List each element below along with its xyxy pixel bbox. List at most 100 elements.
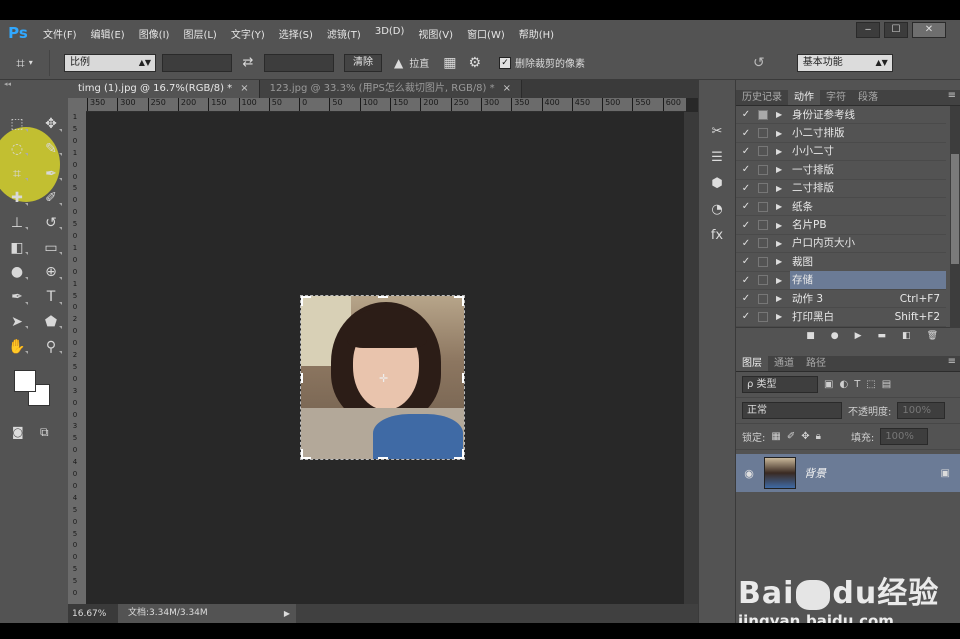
healing-tool[interactable]: ✚: [0, 186, 34, 211]
cube-icon[interactable]: ⬢: [704, 172, 730, 194]
actions-scroll-thumb[interactable]: [951, 154, 959, 264]
straighten-icon[interactable]: ▲: [394, 56, 403, 70]
menu-item[interactable]: 帮助(H): [512, 26, 561, 41]
gear-icon[interactable]: ⚙: [468, 55, 481, 71]
action-row[interactable]: ✓ ▶ 裁图: [736, 253, 946, 272]
lock-transparent-icon[interactable]: ▦: [771, 431, 780, 442]
stop-icon[interactable]: ■: [806, 331, 815, 341]
tab-document[interactable]: timg (1).jpg @ 16.7%(RGB/8) * ×: [68, 80, 260, 98]
menu-item[interactable]: 文字(Y): [224, 26, 272, 41]
lock-position-icon[interactable]: ✥: [801, 431, 809, 442]
dialog-toggle[interactable]: [758, 146, 768, 157]
checkmark-icon[interactable]: ✓: [736, 238, 756, 249]
action-row[interactable]: ✓ ▶ 动作 3 Ctrl+F7: [736, 290, 946, 309]
checkmark-icon[interactable]: ✓: [736, 146, 756, 157]
horizontal-scrollbar[interactable]: [296, 604, 698, 623]
expand-icon[interactable]: ▶: [776, 239, 790, 248]
dodge-tool[interactable]: ⊕: [34, 260, 68, 285]
close-button[interactable]: ✕: [912, 22, 946, 38]
checkmark-icon[interactable]: ✓: [736, 275, 756, 286]
maximize-button[interactable]: ☐: [884, 22, 908, 38]
color-swatches[interactable]: [14, 370, 54, 410]
dialog-toggle[interactable]: [758, 201, 768, 212]
dialog-toggle[interactable]: [758, 128, 768, 139]
expand-icon[interactable]: ▶: [776, 276, 790, 285]
menu-item[interactable]: 视图(V): [411, 26, 460, 41]
dialog-toggle[interactable]: [758, 256, 768, 267]
dialog-toggle[interactable]: [758, 109, 768, 120]
type-filter-icon[interactable]: T: [854, 379, 860, 390]
checkmark-icon[interactable]: ✓: [736, 220, 756, 231]
move-tool[interactable]: ✥: [34, 112, 68, 137]
image-filter-icon[interactable]: ▣: [824, 379, 833, 390]
actions-scrollbar[interactable]: [950, 106, 960, 328]
action-row[interactable]: ✓ ▶ 身份证参考线: [736, 106, 946, 125]
menu-item[interactable]: 图像(I): [132, 26, 177, 41]
checkmark-icon[interactable]: ✓: [736, 128, 756, 139]
ratio-select[interactable]: 比例 ▲▼: [64, 53, 156, 72]
blur-tool[interactable]: ●: [0, 260, 34, 285]
vertical-ruler[interactable]: 1 5 0 1 0 0 5 0 0 5 0 1 0 0 1 5 0 2 0 0 2 5 0 3 0 0 3 5 0 4 0 0 4 5 0 5 0 0 5 5…: [68, 112, 86, 604]
eraser-tool[interactable]: ◧: [0, 235, 34, 260]
crop-handle-b[interactable]: [378, 449, 388, 459]
expand-icon[interactable]: ▶: [776, 221, 790, 230]
pen-tool[interactable]: ✒: [0, 285, 34, 310]
hand-tool[interactable]: ✋: [0, 334, 34, 359]
brush-presets-icon[interactable]: ✂: [704, 120, 730, 142]
trash-icon[interactable]: 🗑︎: [927, 331, 938, 341]
menu-item[interactable]: 3D(D): [368, 26, 412, 41]
record-icon[interactable]: ●: [831, 331, 839, 341]
new-action-icon[interactable]: ◧: [902, 331, 911, 341]
expand-icon[interactable]: ▶: [776, 165, 790, 174]
collapse-icon[interactable]: ◂◂: [0, 80, 68, 88]
crop-handle-tl[interactable]: [301, 296, 311, 306]
action-row[interactable]: ✓ ▶ 一寸排版: [736, 161, 946, 180]
tab-1[interactable]: 动作: [788, 90, 820, 105]
screen-mode-icon[interactable]: ⧉: [40, 425, 49, 440]
checkmark-icon[interactable]: ✓: [736, 256, 756, 267]
menu-item[interactable]: 图层(L): [176, 26, 223, 41]
menu-item[interactable]: 编辑(E): [84, 26, 132, 41]
dialog-toggle[interactable]: [758, 220, 768, 231]
dialog-toggle[interactable]: [758, 183, 768, 194]
dialog-toggle[interactable]: [758, 238, 768, 249]
panel-menu-icon[interactable]: ≡: [948, 356, 960, 371]
smart-filter-icon[interactable]: ▤: [882, 379, 891, 390]
crop-handle-t[interactable]: [378, 296, 388, 306]
expand-icon[interactable]: ▶: [776, 312, 790, 321]
clear-button[interactable]: 清除: [344, 53, 382, 72]
brush-tool[interactable]: ✐: [34, 186, 68, 211]
menu-item[interactable]: 滤镜(T): [320, 26, 368, 41]
tab-2[interactable]: 字符: [820, 90, 852, 105]
status-menu-icon[interactable]: ▶: [278, 604, 296, 623]
crop-handle-bl[interactable]: [301, 449, 311, 459]
action-row[interactable]: ✓ ▶ 户口内页大小: [736, 235, 946, 254]
zoom-tool[interactable]: ⚲: [34, 334, 68, 359]
menu-item[interactable]: 文件(F): [36, 26, 84, 41]
opacity-input[interactable]: 100%: [897, 402, 946, 419]
undo-icon[interactable]: ↺: [753, 55, 765, 71]
expand-icon[interactable]: ▶: [776, 184, 790, 193]
shape-tool[interactable]: ⬟: [34, 310, 68, 335]
expand-icon[interactable]: ▶: [776, 129, 790, 138]
color-wheel-icon[interactable]: ◔: [704, 198, 730, 220]
ruler-origin[interactable]: [68, 98, 86, 112]
tool-preset-picker[interactable]: ⌗ ▾: [0, 49, 50, 76]
tab-0[interactable]: 图层: [736, 356, 768, 371]
horizontal-ruler[interactable]: 350 300 250 200 150 100 50 0 50 100 150 200 250 300 35…: [86, 98, 686, 112]
ratio-width-input[interactable]: [162, 53, 232, 72]
checkmark-icon[interactable]: ✓: [736, 109, 756, 120]
close-icon[interactable]: ×: [503, 83, 511, 94]
action-row[interactable]: ✓ ▶ 纸条: [736, 198, 946, 217]
checkmark-icon[interactable]: ✓: [736, 183, 756, 194]
gradient-tool[interactable]: ▭: [34, 235, 68, 260]
action-row[interactable]: ✓ ▶ 名片PB: [736, 216, 946, 235]
expand-icon[interactable]: ▶: [776, 110, 790, 119]
adjust-icon[interactable]: ☰: [704, 146, 730, 168]
tab-0[interactable]: 历史记录: [736, 90, 788, 105]
checkmark-icon[interactable]: ✓: [736, 164, 756, 175]
adjustment-filter-icon[interactable]: ◐: [839, 379, 848, 390]
grid-icon[interactable]: ▦: [443, 55, 456, 71]
tab-1[interactable]: 通道: [768, 356, 800, 371]
delete-cropped-option[interactable]: ✓ 删除裁剪的像素: [499, 55, 585, 70]
